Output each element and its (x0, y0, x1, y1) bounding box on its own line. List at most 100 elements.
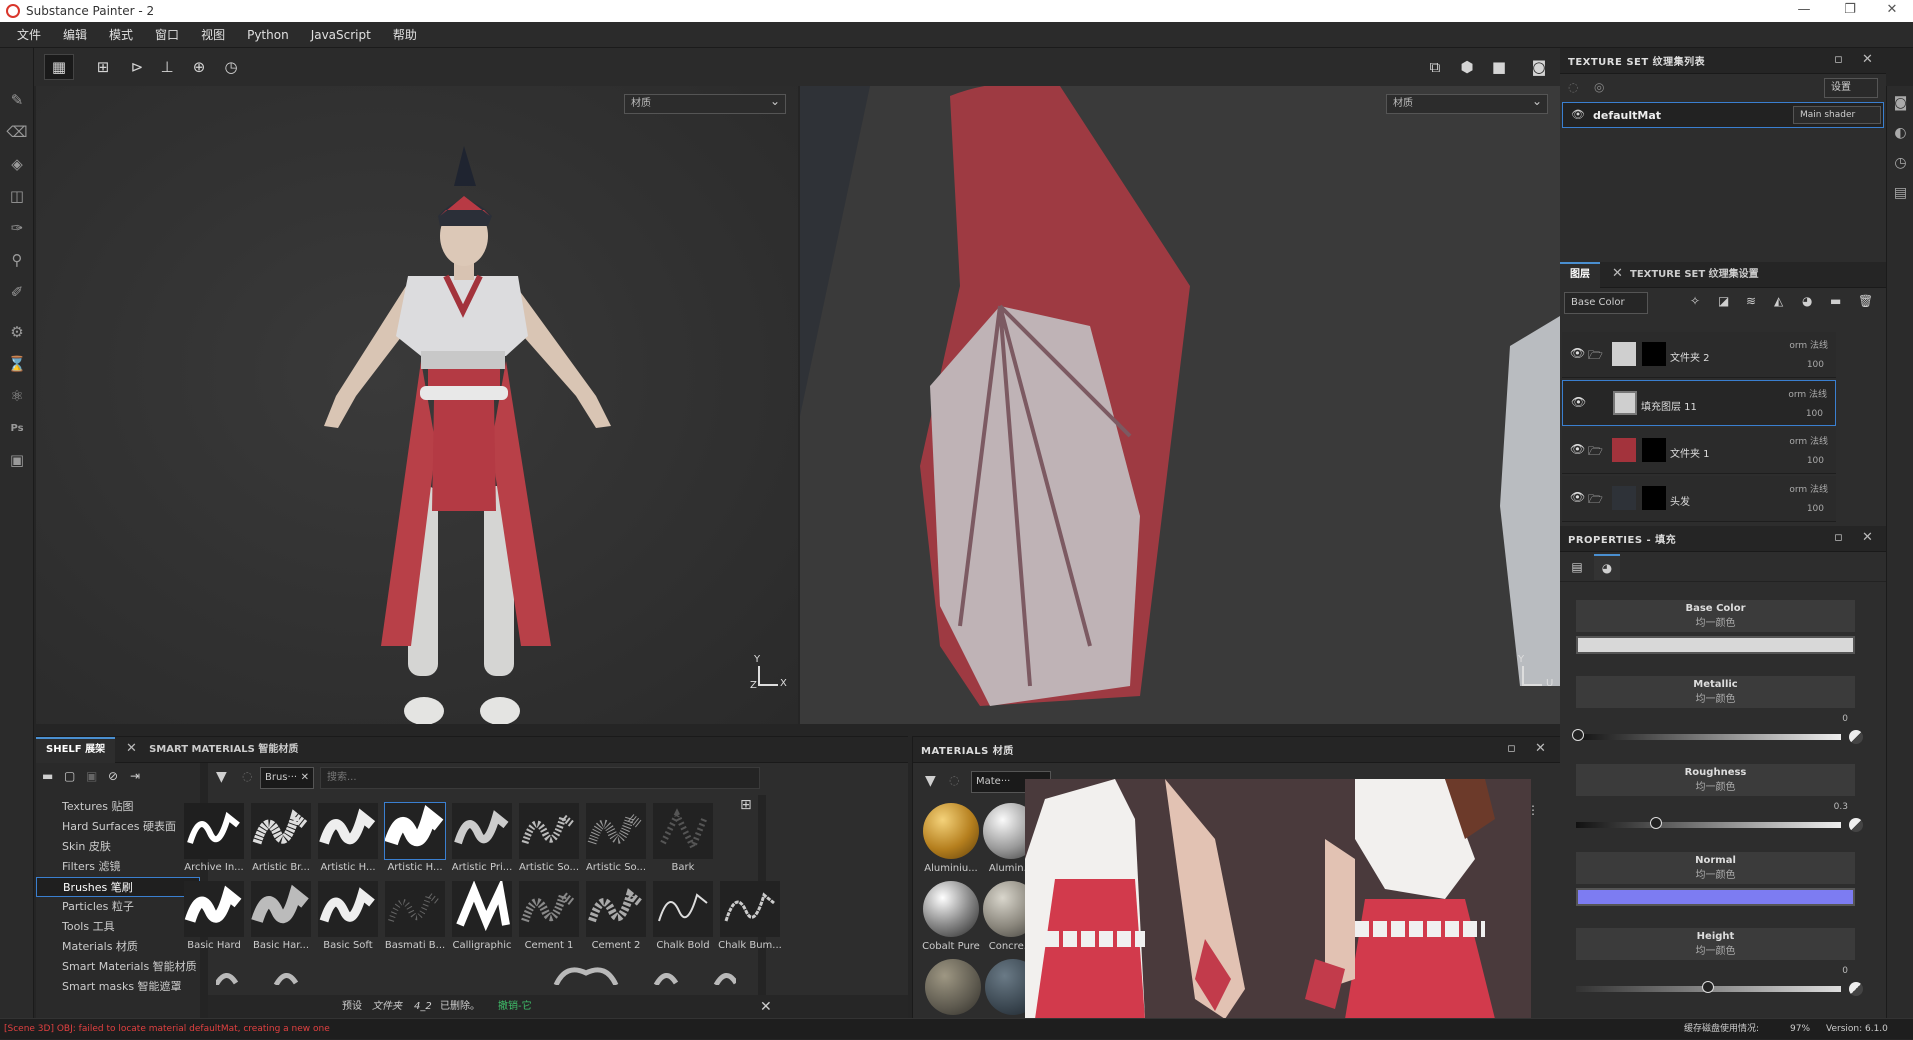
shelf-category[interactable]: Smart masks 智能遮罩 (36, 977, 200, 991)
brush-preset[interactable]: Artistic Pri... (449, 801, 515, 877)
display-mode-icon[interactable]: ⬢ (1452, 54, 1482, 80)
camera-settings-icon[interactable]: ◙ (1887, 88, 1913, 118)
brush-preset[interactable]: Artistic So... (583, 801, 649, 877)
shelf-category[interactable]: Hard Surfaces 硬表面 (36, 817, 200, 837)
viewport-3d[interactable]: 材质 Y X Z (36, 86, 798, 724)
shelf-search-input[interactable]: 搜索... (320, 767, 760, 789)
add-fill-layer-icon[interactable]: ◭ (1774, 294, 1783, 308)
layer-blend-mode[interactable]: orm 法线 (1789, 434, 1828, 447)
layer-opacity[interactable]: 100 (1807, 456, 1824, 466)
import-icon[interactable]: ⇥ (130, 769, 140, 783)
delete-layer-icon[interactable]: 🗑 (1858, 294, 1873, 308)
eraser-icon[interactable]: ⌫ (0, 116, 34, 148)
hide-icon[interactable]: ◌ (1568, 80, 1578, 94)
folder-icon[interactable]: ▬ (42, 769, 53, 783)
material-mode-icon[interactable]: ◕ (1594, 554, 1620, 580)
add-effect-icon[interactable]: ✧ (1690, 294, 1700, 308)
reset-filter-icon[interactable]: ◌ (242, 769, 252, 783)
menu-file[interactable]: 文件 (17, 26, 41, 43)
paint-brush-icon[interactable]: ✎ (0, 84, 34, 116)
save-icon[interactable]: ▣ (86, 769, 97, 783)
eye-outline-icon[interactable]: ◎ (1594, 80, 1604, 94)
photoshop-export-icon[interactable]: Ps (0, 412, 34, 444)
shader-dropdown[interactable]: Main shader (1800, 110, 1855, 120)
undo-link[interactable]: 撤销-它 (498, 995, 532, 1019)
add-smart-material-icon[interactable]: ◕ (1802, 294, 1812, 308)
grid-view-icon[interactable]: ⊞ (740, 797, 752, 813)
metallic-slider[interactable] (1572, 729, 1841, 741)
texture-input-icon[interactable] (1849, 818, 1863, 832)
slider-handle[interactable] (1702, 981, 1714, 993)
brush-preset[interactable]: Artistic H... (315, 801, 381, 877)
layer-row[interactable]: 👁 🗁 文件夹 1 orm 法线 100 (1562, 428, 1836, 474)
close-window-button[interactable]: ✕ (1872, 0, 1912, 22)
plugin-icon[interactable]: ⚛ (0, 380, 34, 412)
texture-input-icon[interactable] (1849, 730, 1863, 744)
tab-shelf[interactable]: SHELF 展架 (36, 736, 116, 763)
viewport-2d[interactable]: 材质 Y U (800, 86, 1560, 724)
brush-preset[interactable]: Basic Hard (181, 879, 247, 955)
shelf-category[interactable]: Textures 贴图 (36, 797, 200, 817)
material-dropdown-2d[interactable]: 材质 (1386, 92, 1548, 114)
bake-icon[interactable]: ⚙ (0, 316, 34, 348)
grid-select-icon[interactable]: ▦ (44, 54, 74, 80)
menu-help[interactable]: 帮助 (393, 26, 417, 43)
layer-blend-mode[interactable]: orm 法线 (1789, 482, 1828, 495)
height-value[interactable]: 0 (1842, 966, 1848, 976)
history-panel-icon[interactable]: ◷ (1887, 148, 1913, 178)
brush-preset[interactable]: Cement 1 (516, 879, 582, 955)
slider-handle[interactable] (1650, 817, 1662, 829)
visibility-eye-icon[interactable]: 👁 (1570, 442, 1585, 456)
float-panel-icon[interactable]: ▫ (1834, 52, 1843, 67)
close-panel-icon[interactable]: ✕ (1535, 741, 1546, 756)
restore-button[interactable]: ❐ (1830, 0, 1870, 22)
measure-icon[interactable]: ⌛ (0, 348, 34, 380)
layer-row[interactable]: 👁 🗁 文件夹 2 orm 法线 100 (1562, 332, 1836, 378)
minimize-button[interactable]: — (1784, 0, 1824, 22)
fill-settings-icon[interactable]: ▤ (1566, 556, 1588, 578)
settings-dropdown[interactable]: 设置 (1831, 82, 1851, 93)
layer-opacity[interactable]: 100 (1807, 360, 1824, 370)
metallic-section[interactable]: Metallic 均一颜色 (1576, 676, 1855, 708)
texture-set-item[interactable]: 👁 defaultMat Main shader (1562, 102, 1884, 128)
split-view-icon[interactable]: ⧉ (1420, 54, 1450, 80)
roughness-section[interactable]: Roughness 均一颜色 (1576, 764, 1855, 796)
menu-edit[interactable]: 编辑 (63, 26, 87, 43)
brush-preset[interactable]: Chalk Bold (650, 879, 716, 955)
texture-input-icon[interactable] (1849, 982, 1863, 996)
new-file-icon[interactable]: ▢ (64, 769, 75, 783)
close-panel-icon[interactable]: ✕ (1862, 530, 1873, 545)
add-mask-icon[interactable]: ◪ (1718, 294, 1729, 308)
layer-blend-mode[interactable]: orm 法线 (1788, 387, 1827, 400)
layer-row[interactable]: 👁 🗁 头发 orm 法线 100 (1562, 476, 1836, 522)
add-view-icon[interactable]: ⊕ (184, 54, 214, 80)
export-icon[interactable]: ▣ (0, 444, 34, 476)
brush-preset[interactable]: Basic Soft (315, 879, 381, 955)
layer-blend-mode[interactable]: orm 法线 (1789, 338, 1828, 351)
brush-filter-chip[interactable]: Brus··· ✕ (260, 767, 314, 789)
projection-icon[interactable]: ◈ (0, 148, 34, 180)
log-icon[interactable]: ▤ (1887, 178, 1913, 208)
normal-color-swatch[interactable] (1576, 888, 1855, 906)
normal-section[interactable]: Normal 均一颜色 (1576, 852, 1855, 884)
tab-layers[interactable]: 图层 (1560, 261, 1600, 288)
polygon-fill-icon[interactable]: ◫ (0, 180, 34, 212)
shelf-category[interactable]: Filters 滤镜 (36, 857, 200, 877)
brush-preset[interactable]: Basic Har... (248, 879, 314, 955)
brush-preset[interactable]: Calligraphic (449, 877, 515, 955)
color-picker-icon[interactable]: ✐ (0, 276, 34, 308)
material-preset[interactable] (925, 959, 981, 1015)
float-panel-icon[interactable]: ▫ (1834, 530, 1843, 545)
base-color-swatch[interactable] (1576, 636, 1855, 654)
brush-preset[interactable]: Artistic Br... (248, 801, 314, 877)
visibility-eye-icon[interactable]: 👁 (1571, 395, 1586, 409)
layer-opacity[interactable]: 100 (1806, 409, 1823, 419)
shelf-category[interactable]: Materials 材质 (36, 937, 200, 957)
channel-dropdown[interactable]: Base Color (1571, 297, 1625, 308)
shelf-category[interactable]: Tools 工具 (36, 917, 200, 937)
roughness-value[interactable]: 0.3 (1834, 802, 1848, 812)
shelf-category[interactable]: Skin 皮肤 (36, 837, 200, 857)
material-preset[interactable]: Cobalt Pure (919, 879, 983, 955)
environment-icon[interactable]: ◐ (1887, 118, 1913, 148)
tab-texture-set-settings[interactable]: TEXTURE SET 纹理集设置 (1620, 262, 1769, 288)
